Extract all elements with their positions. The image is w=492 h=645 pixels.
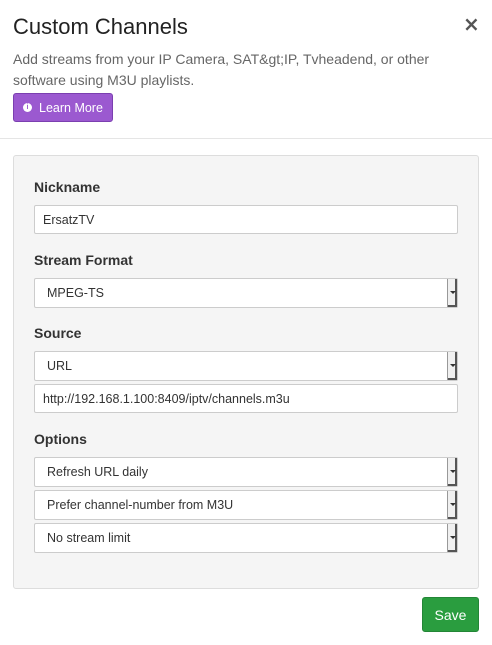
chevron-down-icon (447, 524, 457, 552)
source-value: URL (47, 359, 73, 373)
modal-description: Add streams from your IP Camera, SAT&gt;… (13, 51, 430, 88)
options-label: Options (34, 431, 87, 447)
chevron-down-icon (447, 458, 457, 486)
chevron-down-icon (447, 279, 457, 307)
channel-number-select[interactable]: Prefer channel-number from M3U (34, 490, 458, 520)
custom-channels-modal: Custom Channels × Add streams from your … (0, 0, 492, 645)
learn-more-button[interactable]: i Learn More (13, 93, 113, 122)
chevron-down-icon (447, 491, 457, 519)
nickname-input[interactable] (34, 205, 458, 234)
source-url-input[interactable] (34, 384, 458, 413)
stream-format-select[interactable]: MPEG-TS (34, 278, 458, 308)
stream-limit-value: No stream limit (47, 531, 131, 545)
info-icon: i (23, 103, 32, 112)
refresh-value: Refresh URL daily (47, 465, 148, 479)
channel-number-value: Prefer channel-number from M3U (47, 498, 234, 512)
learn-more-label: Learn More (39, 100, 103, 115)
stream-format-label: Stream Format (34, 252, 133, 268)
modal-header: Custom Channels × Add streams from your … (0, 0, 492, 139)
chevron-down-icon (447, 352, 457, 380)
source-select[interactable]: URL (34, 351, 458, 381)
refresh-select[interactable]: Refresh URL daily (34, 457, 458, 487)
stream-format-value: MPEG-TS (47, 286, 104, 300)
save-button[interactable]: Save (422, 597, 479, 632)
source-label: Source (34, 325, 82, 341)
close-icon[interactable]: × (463, 13, 480, 35)
modal-title: Custom Channels (13, 14, 188, 39)
stream-limit-select[interactable]: No stream limit (34, 523, 458, 553)
form-panel: Nickname Stream Format MPEG-TS Source UR… (13, 155, 479, 589)
nickname-label: Nickname (34, 179, 101, 195)
